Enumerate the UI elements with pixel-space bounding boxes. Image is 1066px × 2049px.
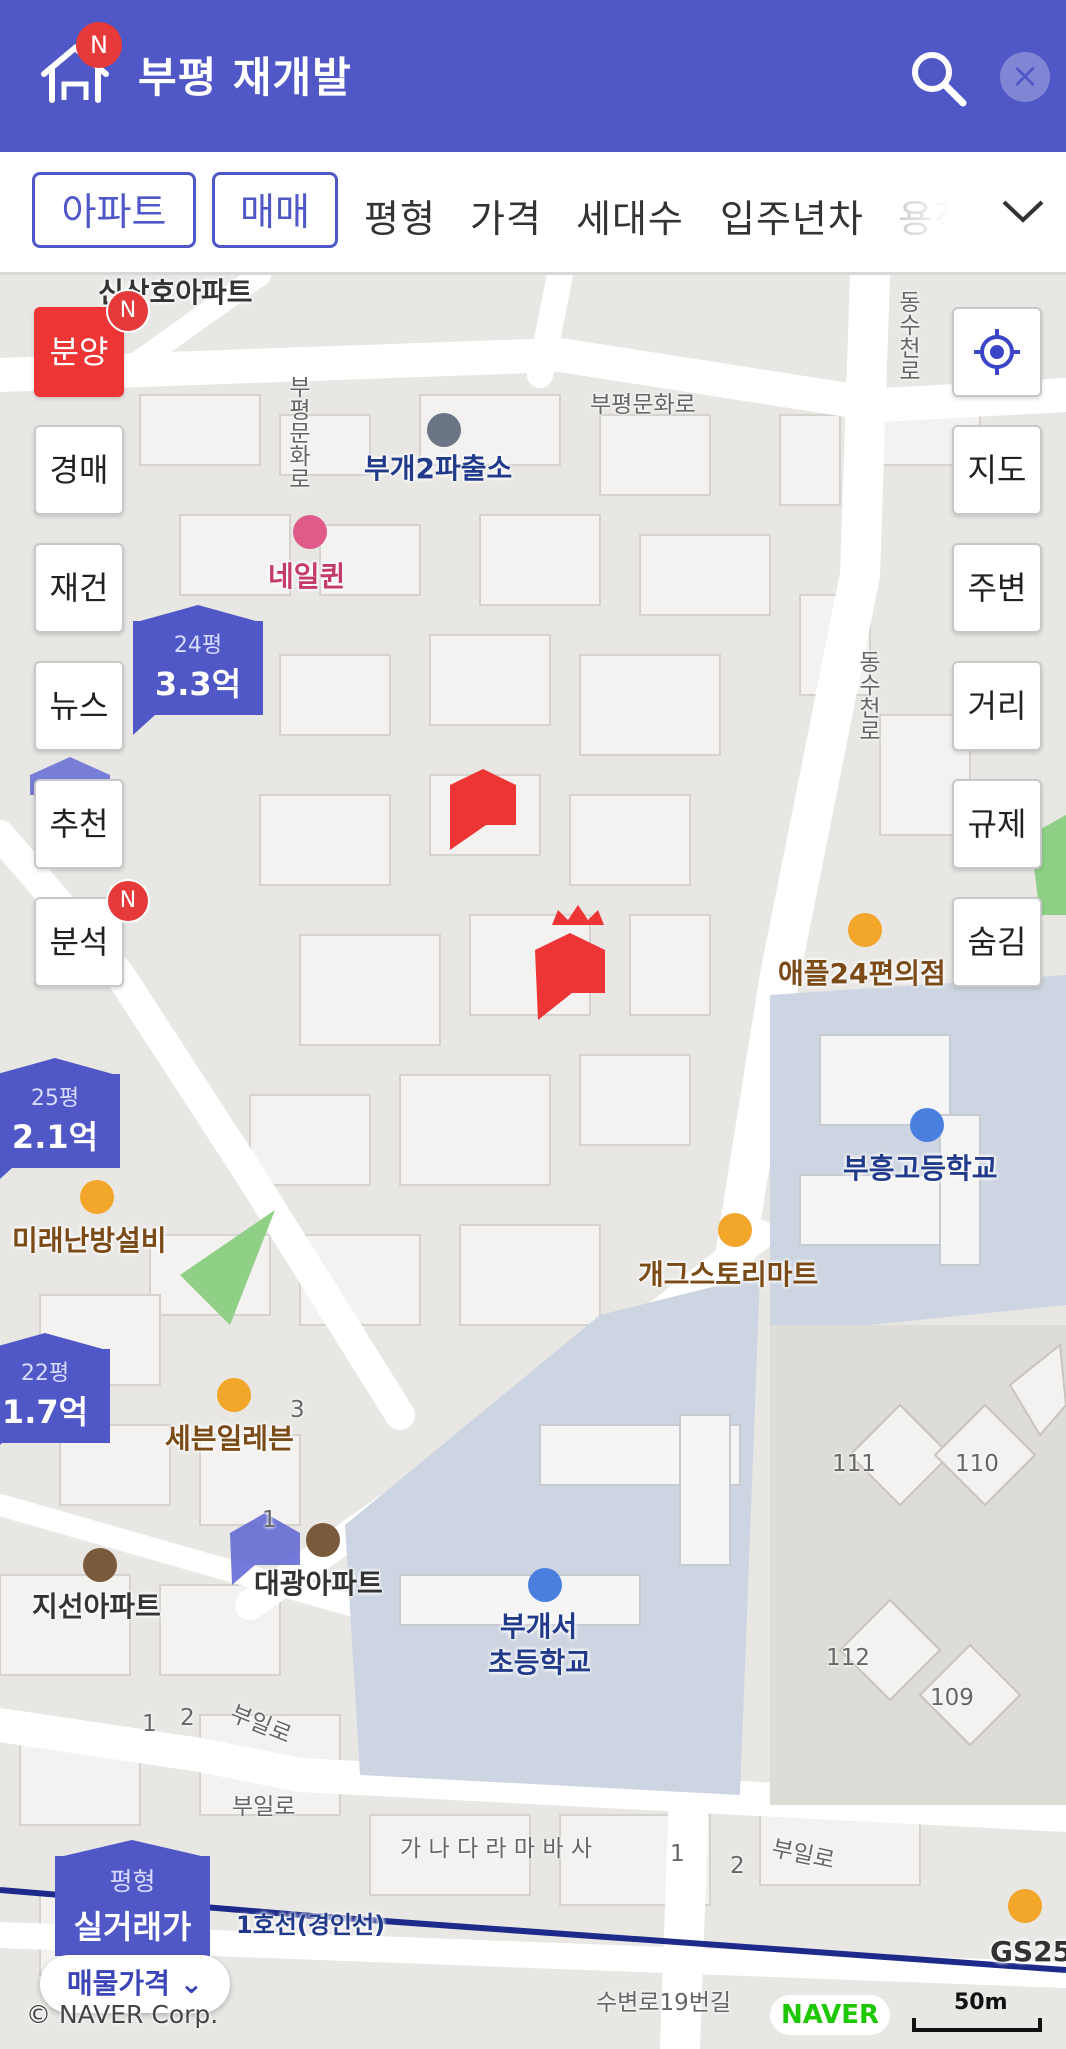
label-daegwang-apt[interactable]: 대광아파트 [254,1562,383,1602]
filter-fade [880,152,980,270]
bldg-number-2b: 2 [730,1853,745,1879]
chevron-down-icon[interactable] [998,186,1048,236]
filter-chip-deal-type[interactable]: 매매 [212,172,338,248]
label-bugaeseo-school-line1[interactable]: 부개서 [500,1605,577,1645]
sidebar-item-recommend[interactable]: 추천 [34,779,124,869]
price-marker[interactable]: 25평 2.1억 [0,1058,120,1188]
label-mirae-heating[interactable]: 미래난방설비 [12,1219,167,1259]
label-police-station[interactable]: 부개2파출소 [364,447,512,487]
nearby-button[interactable]: 주변 [952,543,1042,633]
legend-marker[interactable]: 평형 실거래가 [55,1840,210,1956]
filter-households[interactable]: 세대수 [576,188,684,243]
road-buil-2: 부일로 [232,1794,296,1820]
legend-area-label: 평형 [109,1867,156,1896]
marker-price: 3.3억 [154,665,242,703]
road-bupyeong-munhwa-vertical: 부평문화로 [284,375,310,490]
filter-move-in-year[interactable]: 입주년차 [720,188,864,243]
sidebar-item-auction[interactable]: 경매 [34,425,124,515]
my-location-button[interactable] [952,307,1042,397]
map-type-button[interactable]: 지도 [952,425,1042,515]
distance-button[interactable]: 거리 [952,661,1042,751]
bldg-number-111: 111 [832,1451,876,1477]
marker-price: 2.1억 [11,1118,99,1156]
logo-new-badge: N [76,22,122,68]
bldg-number-110: 110 [955,1451,999,1477]
filter-chip-property-type[interactable]: 아파트 [32,172,196,248]
scale-bar [912,2018,1042,2032]
road-dongsu-mid: 동수천로 [854,650,880,742]
bldg-number-1b: 1 [142,1711,157,1737]
label-gs25[interactable]: GS25 [990,1935,1066,1968]
label-jiseon-apt[interactable]: 지선아파트 [32,1585,161,1625]
presale-new-badge: N [106,289,150,333]
naver-logo: NAVER [770,1995,890,2035]
map-scale: 50m [912,1990,1047,2032]
hide-button[interactable]: 숨김 [952,897,1042,987]
sidebar-item-reconstruction[interactable]: 재건 [34,543,124,633]
label-subway-line1[interactable]: 1호선(경인선) [236,1905,385,1940]
bldg-number-1c: 1 [670,1841,685,1867]
bldg-number-109: 109 [930,1685,974,1711]
regulation-button[interactable]: 규제 [952,779,1042,869]
label-seven-eleven[interactable]: 세븐일레븐 [165,1417,294,1457]
marker-area: 24평 [173,633,223,658]
sidebar-item-news[interactable]: 뉴스 [34,661,124,751]
road-bupyeong-munhwa: 부평문화로 [590,392,696,418]
location-target-icon [974,329,1020,375]
page-title: 부평 재개발 [138,53,352,102]
app-header: N 부평 재개발 × [0,0,1066,152]
label-gag-story-mart[interactable]: 개그스토리마트 [638,1253,818,1293]
filter-bar: 아파트 매매 평형 가격 세대수 입주년차 용적 [0,152,1066,275]
scale-label: 50m [954,1990,1008,2015]
price-marker[interactable]: 24평 3.3억 [133,605,263,735]
listing-price-label: 매물가격 [66,1967,170,2000]
close-button[interactable]: × [1000,52,1050,102]
label-nail-shop[interactable]: 네일퀸 [268,555,345,595]
search-icon[interactable] [908,48,968,108]
map-view[interactable]: 신상호아파트 부개2파출소 네일퀸 애플24편의점 부흥고등학교 개그스토리마트… [0,275,1066,2049]
marker-area: 22평 [20,1361,70,1386]
label-apple24-store[interactable]: 애플24편의점 [778,952,946,992]
filter-price[interactable]: 가격 [470,188,542,243]
road-subyeon-19: 수변로19번길 [596,1990,732,2016]
road-dongsu-top: 동수천로 [894,290,920,382]
label-bugaeseo-school-line2[interactable]: 초등학교 [488,1641,591,1681]
marker-area: 25평 [30,1086,80,1111]
legend-main-label: 실거래가 [73,1908,192,1946]
copyright-text: © NAVER Corp. [26,2000,219,2029]
marker-price: 1.7억 [1,1393,89,1431]
chevron-down-icon: ⌄ [179,1967,204,2000]
bldg-number-3: 3 [290,1397,305,1423]
filter-area[interactable]: 평형 [364,188,436,243]
road-block-letters: 가 나 다 라 마 바 사 [400,1836,592,1862]
bldg-number-2a: 2 [180,1705,195,1731]
price-marker[interactable]: 22평 1.7억 [0,1333,110,1463]
bldg-number-112: 112 [826,1645,870,1671]
analysis-new-badge: N [106,879,150,923]
label-buheung-high-school[interactable]: 부흥고등학교 [843,1147,998,1187]
bldg-number-1a: 1 [262,1507,277,1533]
